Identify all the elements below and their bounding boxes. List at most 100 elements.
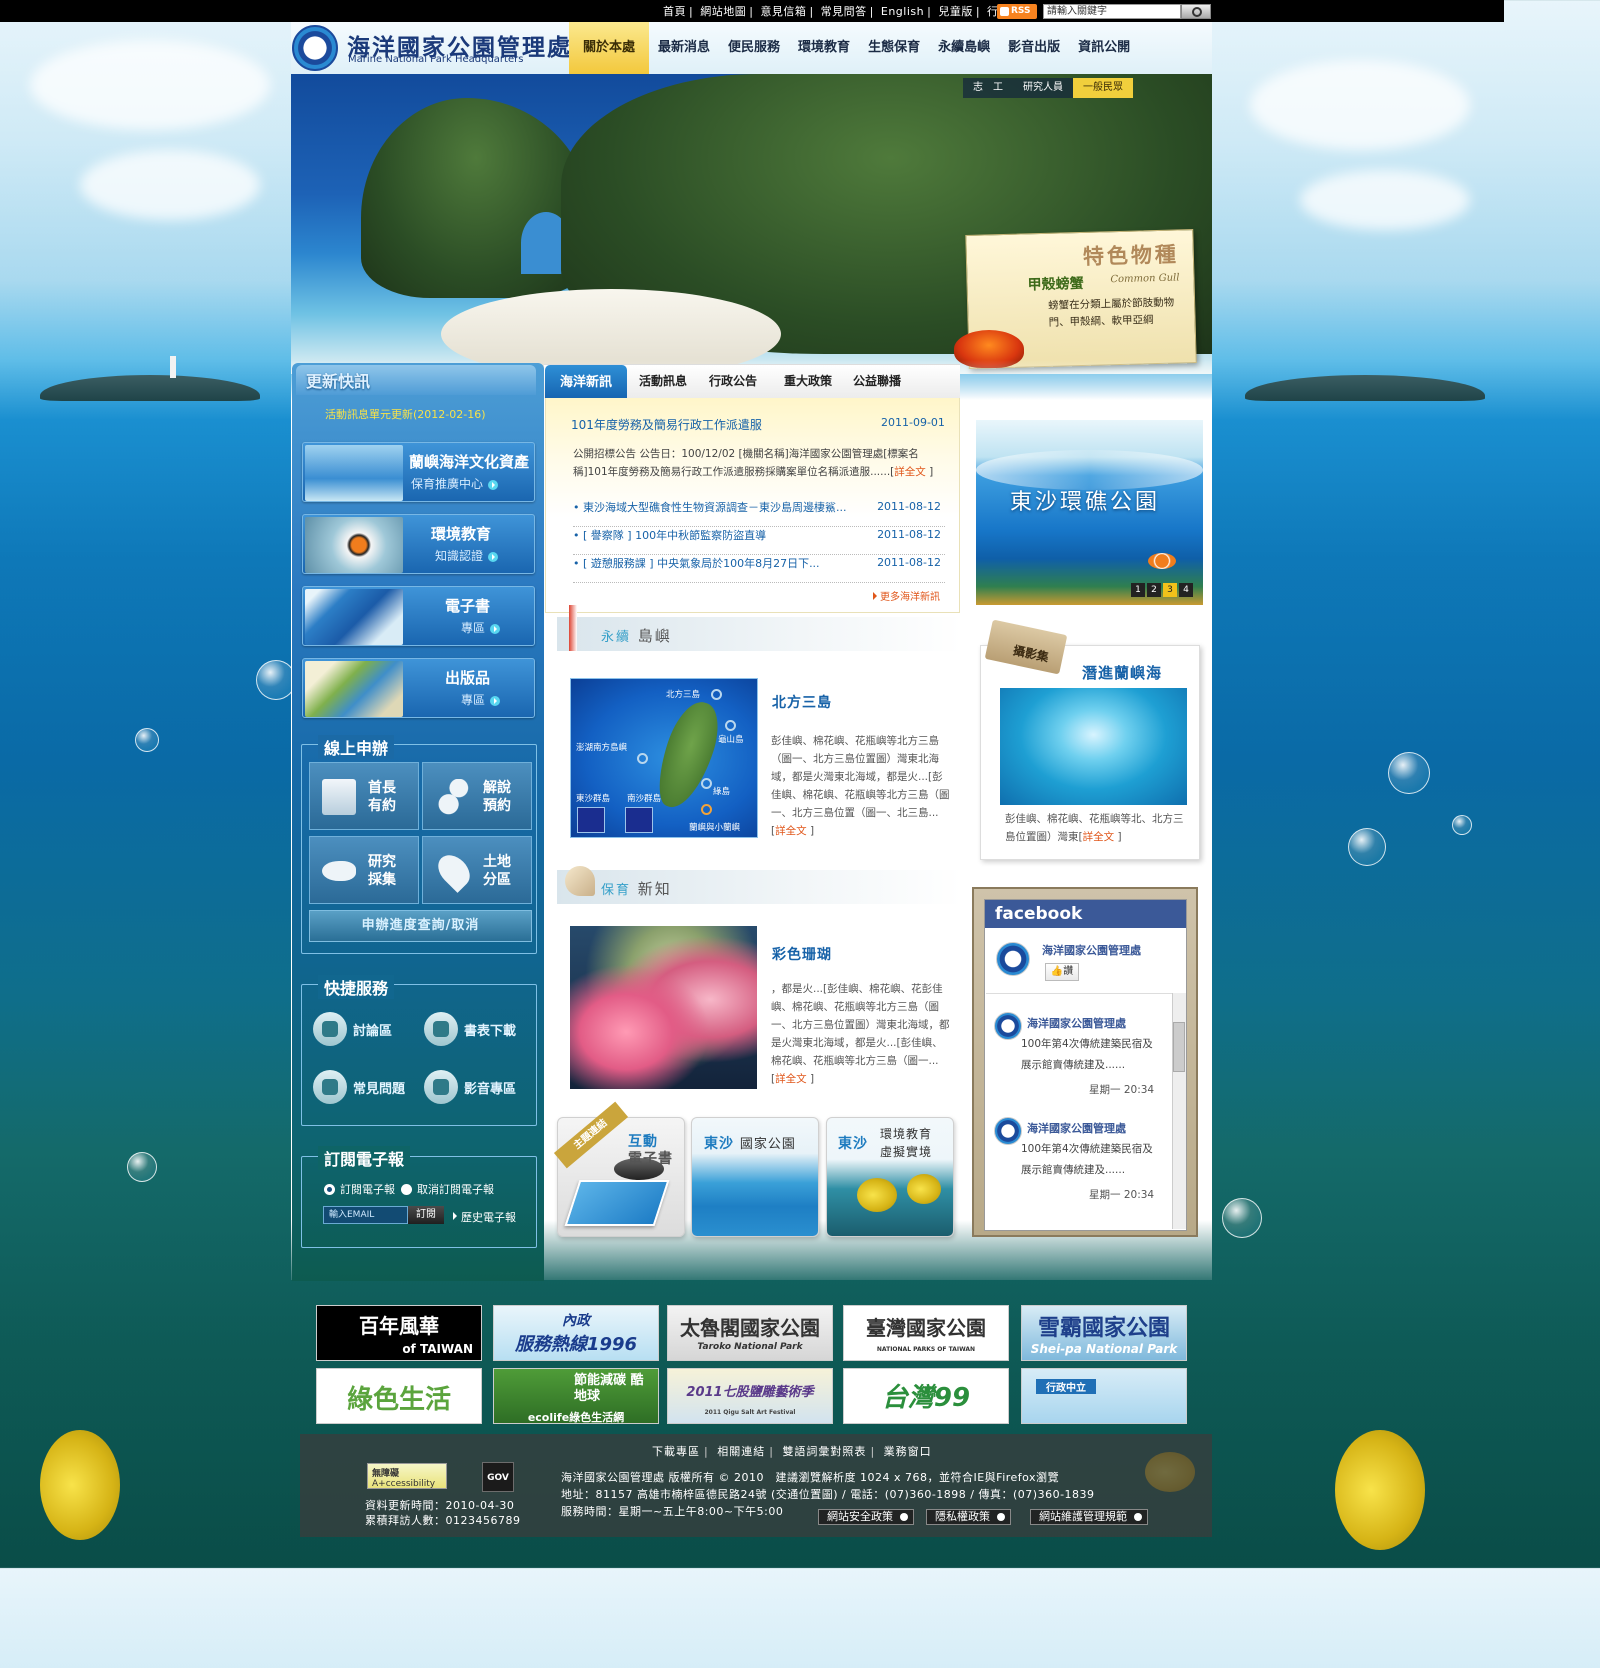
nav-info[interactable]: 資訊公開 [1069,22,1139,74]
news-headline[interactable]: 101年度勞務及簡易行政工作派遣服 [571,416,762,433]
read-more-link[interactable]: 詳全文 [894,466,926,478]
quick-media[interactable]: 影音專區 [424,1070,516,1104]
coral-photo[interactable] [570,926,757,1089]
footer-link-contacts[interactable]: 業務窗口 [884,1445,932,1458]
islands-article-title[interactable]: 北方三島 [772,692,832,712]
email-field[interactable]: 輸入EMAIL [323,1206,408,1224]
avatar[interactable] [994,1012,1022,1040]
nav-media[interactable]: 影音出版 [999,22,1069,74]
post-author[interactable]: 海洋國家公園管理處 [1027,1120,1126,1136]
conservation-article-title[interactable]: 彩色珊瑚 [772,944,832,964]
subscribe-button[interactable]: 訂閱 [408,1206,444,1224]
utility-link-sitemap[interactable]: 網站地圖 [700,5,746,18]
map-marker-icon[interactable] [711,689,722,700]
tab-policies[interactable]: 重大政策 [784,372,832,389]
privacy-policy-button[interactable]: 隱私權政策 [926,1509,1011,1525]
nansha-thumb[interactable] [625,807,653,833]
utility-link-home[interactable]: 首頁 [663,5,686,18]
partner-1996-hotline[interactable]: 內政 服務熱線1996 [493,1305,659,1361]
update-link[interactable]: 活動訊息單元更新(2012-02-16) [325,406,486,422]
map-marker-icon[interactable] [701,778,712,789]
apply-director-meeting-button[interactable]: 首長 有約 [309,762,419,830]
subscribe-radio[interactable]: 訂閱電子報 [324,1181,395,1197]
page-name[interactable]: 海洋國家公園管理處 [1042,942,1141,958]
map-marker-icon[interactable] [637,753,648,764]
partner-qigu-salt[interactable]: 2011七股鹽雕藝術季 2011 Qigu Salt Art Festival [667,1368,833,1424]
nav-about[interactable]: 關於本處 [569,22,650,74]
footer-link-glossary[interactable]: 雙語詞彙對照表 [782,1445,866,1458]
tab-ocean-news[interactable]: 海洋新訊 [545,365,627,399]
role-public[interactable]: 一般民眾 [1073,78,1133,98]
apply-progress-button[interactable]: 申辦進度查詢/取消 [309,910,532,942]
partner-admin-neutral[interactable]: 行政中立 [1021,1368,1187,1424]
utility-link-feedback[interactable]: 意見信箱 [760,5,806,18]
search-icon[interactable] [1181,4,1211,19]
accessibility-badge[interactable]: 無障礙 A+ccessibility [367,1463,447,1489]
apply-land-zoning-button[interactable]: 土地 分區 [422,836,532,904]
carousel-page-3[interactable]: 3 [1163,583,1177,597]
quick-forms-download[interactable]: 書表下載 [424,1012,516,1046]
carousel-page-2[interactable]: 2 [1147,583,1161,597]
role-volunteer[interactable]: 志 工 [963,78,1013,98]
nav-conservation[interactable]: 生態保育 [859,22,929,74]
unsubscribe-radio[interactable]: 取消訂閱電子報 [401,1181,494,1197]
gov-badge[interactable]: GOV [482,1462,514,1492]
dongsha-thumb[interactable] [577,807,605,833]
album-title[interactable]: 潛進蘭嶼海 [1082,662,1162,683]
facebook-logo[interactable]: facebook [985,900,1186,928]
fish-icon [322,861,356,881]
tab-public-service[interactable]: 公益聯播 [853,372,901,389]
partner-shei-pa[interactable]: 雪霸國家公園 Shei-pa National Park [1021,1305,1187,1361]
utility-link-english[interactable]: English [881,5,924,18]
partner-taiwan-parks[interactable]: 臺灣國家公園 NATIONAL PARKS OF TAIWAN [843,1305,1009,1361]
scrollbar-thumb[interactable] [1173,1022,1185,1072]
tab-activities[interactable]: 活動訊息 [639,372,687,389]
nav-education[interactable]: 環境教育 [789,22,859,74]
avatar[interactable] [994,1117,1022,1145]
footer-link-downloads[interactable]: 下載專區 [652,1445,700,1458]
footer-link-related[interactable]: 相關連結 [717,1445,765,1458]
promo-env-education[interactable]: 環境教育 知識認證 [302,514,535,574]
list-item[interactable]: • [ 遊憩服務課 ] 中央氣象局於100年8月27日下... 2011-08-1… [573,555,945,583]
nav-islands[interactable]: 永續島嶼 [929,22,999,74]
more-news-link[interactable]: 更多海洋新訊 [873,588,940,603]
partner-taroko[interactable]: 太魯閣國家公園 Taroko National Park [667,1305,833,1361]
security-policy-button[interactable]: 網站安全政策 [818,1509,914,1525]
read-more-link[interactable]: 詳全文 [775,825,807,837]
partner-ecolife[interactable]: 節能減碳 酷地球 ecolife綠色生活網 [493,1368,659,1424]
logo-emblem-icon[interactable] [292,25,338,71]
partner-green-life[interactable]: 綠色生活 [316,1368,482,1424]
like-button[interactable]: 👍讚 [1045,963,1079,981]
quick-faq[interactable]: 常見問題 [313,1070,405,1104]
carousel-page-4[interactable]: 4 [1179,583,1193,597]
promo-publications[interactable]: 出版品 專區 [302,658,535,718]
carousel-page-1[interactable]: 1 [1131,583,1145,597]
maintenance-policy-button[interactable]: 網站維護管理規範 [1030,1509,1148,1525]
promo-ebook[interactable]: 電子書 專區 [302,586,535,646]
map-marker-icon[interactable] [725,720,736,731]
partner-taiwan99[interactable]: 台灣99 [843,1368,1009,1424]
map-marker-icon[interactable] [701,804,712,815]
rss-button[interactable]: RSS [997,4,1037,19]
promo-title: 出版品 [445,669,491,687]
apply-research-collection-button[interactable]: 研究 採集 [309,836,419,904]
post-author[interactable]: 海洋國家公園管理處 [1027,1015,1126,1031]
page-avatar[interactable] [996,942,1030,976]
promo-lanyu-heritage[interactable]: 蘭嶼海洋文化資產 保育推廣中心 [302,442,535,502]
nav-services[interactable]: 便民服務 [719,22,789,74]
partner-centennial[interactable]: 百年風華 of TAIWAN [316,1305,482,1361]
role-researcher[interactable]: 研究人員 [1013,78,1073,98]
underwater-photo[interactable] [1000,688,1187,805]
list-item[interactable]: • 東沙海域大型礁食性生物資源調查－東沙島周邊棲鯊... 2011-08-12 [573,499,945,527]
utility-link-kids[interactable]: 兒童版 [938,5,973,18]
utility-link-faq[interactable]: 常見問答 [821,5,867,18]
apply-guide-booking-button[interactable]: 解說 預約 [422,762,532,830]
newsletter-history-link[interactable]: 歷史電子報 [453,1209,516,1225]
tab-announcements[interactable]: 行政公告 [709,372,757,389]
read-more-link[interactable]: 詳全文 [775,1073,807,1085]
quick-forum[interactable]: 討論區 [313,1012,392,1046]
read-more-link[interactable]: 詳全文 [1083,831,1115,843]
list-item[interactable]: • [ 譽察隊 ] 100年中秋節監察防盜直導 2011-08-12 [573,527,945,555]
nav-news[interactable]: 最新消息 [649,22,719,74]
search-input[interactable]: 請輸入關鍵字 [1043,4,1181,19]
